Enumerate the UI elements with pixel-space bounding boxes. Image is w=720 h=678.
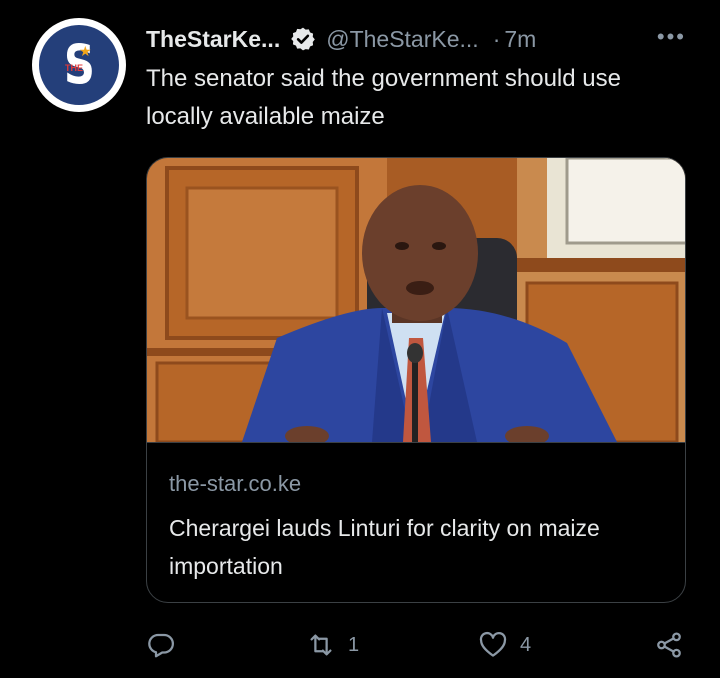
author-name[interactable]: TheStarKe... (146, 26, 280, 53)
timestamp[interactable]: 7m (504, 26, 536, 53)
like-count: 4 (520, 633, 532, 656)
separator: · (492, 25, 501, 52)
avatar[interactable]: S ★ THE (32, 18, 126, 112)
tweet-text: The senator said the government should u… (146, 65, 621, 130)
like-icon (479, 631, 507, 657)
tweet-actions: 1 4 (146, 624, 692, 670)
like-button[interactable]: 4 (478, 630, 531, 660)
share-icon (657, 632, 681, 658)
tweet-header: TheStarKe... @TheStarKe... · 7m ••• (146, 22, 692, 56)
star-icon: ★ (79, 43, 92, 59)
card-title: Cherargei lauds Linturi for clarity on m… (169, 515, 600, 579)
author-handle[interactable]: @TheStarKe... (326, 26, 478, 53)
card-domain: the-star.co.ke (169, 471, 302, 496)
more-icon[interactable]: ••• (657, 24, 686, 50)
verified-badge-icon (291, 27, 316, 51)
card-image (147, 158, 685, 442)
reply-button[interactable] (146, 630, 176, 660)
avatar-small-text: THE (65, 63, 83, 73)
share-button[interactable] (654, 630, 684, 660)
retweet-icon (310, 634, 332, 656)
reply-icon (148, 633, 174, 658)
link-card[interactable]: the-star.co.ke Cherargei lauds Linturi f… (146, 157, 686, 603)
card-body: the-star.co.ke Cherargei lauds Linturi f… (147, 442, 685, 579)
retweet-button[interactable]: 1 (306, 630, 359, 660)
avatar-logo: S ★ THE (39, 25, 119, 105)
retweet-count: 1 (348, 633, 360, 656)
tweet[interactable]: S ★ THE TheStarKe... @TheStarKe... · 7m … (0, 0, 720, 678)
